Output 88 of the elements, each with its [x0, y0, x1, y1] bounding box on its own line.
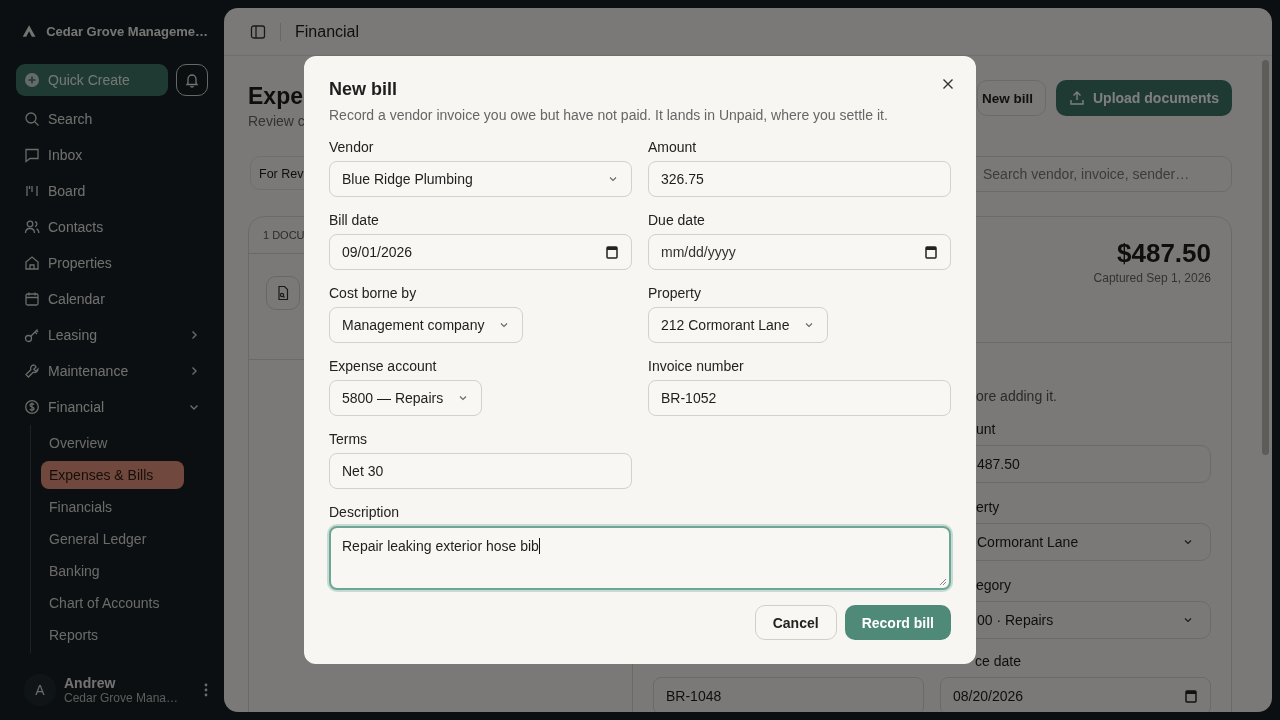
key-icon [24, 327, 40, 343]
home-icon [24, 255, 40, 271]
nav-label: Financial [48, 399, 106, 415]
field-label: Invoice number [648, 357, 744, 375]
nav-item[interactable]: Board [16, 173, 208, 209]
field-label: Expense account [329, 357, 437, 375]
select-field[interactable]: Management company [329, 307, 524, 343]
avatar: A [24, 674, 56, 706]
nav-item[interactable]: Contacts [16, 209, 208, 245]
amount-total: $487.50 [1117, 237, 1211, 269]
field-label: Vendor [329, 138, 374, 156]
new-bill-button[interactable]: New bill [977, 80, 1046, 116]
captured-date: Captured Sep 1, 2026 [1093, 271, 1211, 285]
dialog-description: Record a vendor invoice you owe but have not paid. It lands in Unpaid, where you settle it. [329, 106, 888, 124]
field-label: unt [976, 420, 997, 438]
record-bill-button[interactable]: Record bill [844, 605, 951, 640]
input-field[interactable]: Net 30 [329, 453, 632, 489]
calendar-icon [924, 245, 938, 259]
nav-label: Leasing [48, 327, 99, 343]
search-icon [24, 111, 40, 127]
nav-item[interactable]: Search [16, 101, 208, 137]
page-heading: Financial [295, 22, 360, 41]
user-organization: Cedar Grove Mana… [64, 691, 180, 705]
nav-label: Contacts [48, 219, 105, 235]
nav-label: Inbox [48, 147, 84, 163]
inbox-icon [24, 147, 40, 163]
field-label: Terms [329, 430, 368, 448]
page-title: Expe [248, 82, 304, 111]
description-field[interactable]: Repair leaking exterior hose bib [329, 526, 951, 590]
nav-subitem[interactable]: Banking [41, 557, 184, 585]
upload-button[interactable]: Upload documents [1056, 80, 1232, 116]
nav-item[interactable]: Maintenance [16, 353, 208, 389]
scrollbar[interactable] [1262, 60, 1269, 455]
date-field[interactable]: 09/01/2026 [329, 234, 632, 270]
nav-subitem[interactable]: Reports [41, 621, 184, 649]
upload-icon [1069, 90, 1085, 106]
plus-icon [24, 72, 40, 88]
page-subtitle: Review c [248, 112, 305, 130]
more-icon[interactable] [204, 682, 208, 698]
brand-name: Cedar Grove Manageme… [46, 23, 208, 39]
field-label: Due date [648, 211, 705, 229]
nav-subitem[interactable]: Expenses & Bills [41, 461, 184, 489]
select-field[interactable]: 5800 — Repairs [329, 380, 483, 416]
field-label: Property [648, 284, 701, 302]
input-field[interactable]: 326.75 [648, 161, 951, 197]
user-name: Andrew [64, 675, 117, 691]
nav-label: Calendar [48, 291, 106, 307]
nav-subitem[interactable]: Overview [41, 429, 184, 457]
dialog-title: New bill [329, 78, 397, 100]
notifications-button[interactable] [176, 64, 208, 96]
nav-item[interactable]: Inbox [16, 137, 208, 173]
resize-handle-icon[interactable] [939, 578, 947, 586]
nav-label: Board [48, 183, 87, 199]
field-label: egory [976, 576, 1013, 594]
nav-item[interactable]: Leasing [16, 317, 208, 353]
cancel-button[interactable]: Cancel [754, 605, 837, 640]
field-label: Amount [648, 138, 697, 156]
sidebar-toggle-icon[interactable] [250, 23, 266, 40]
form-hint: ore adding it. [976, 387, 1058, 405]
nav-subitem[interactable]: Financials [41, 493, 184, 521]
input-field[interactable]: BR-1052 [648, 380, 951, 416]
calendar-icon [605, 245, 619, 259]
date-field[interactable]: mm/dd/yyyy [648, 234, 951, 270]
select-field[interactable]: 212 Cormorant Lane [648, 307, 829, 343]
field-label: Description [329, 503, 400, 521]
nav-label: Search [48, 111, 94, 127]
bell-icon [184, 72, 200, 88]
wrench-icon [24, 363, 40, 379]
field-label: Cost borne by [329, 284, 417, 302]
document-icon [275, 285, 291, 301]
nav-label: Maintenance [48, 363, 130, 379]
board-icon [24, 183, 40, 199]
nav-subitem[interactable]: General Ledger [41, 525, 184, 553]
nav-label: Properties [48, 255, 113, 271]
document-icon-tile[interactable] [266, 276, 300, 310]
contacts-icon [24, 219, 40, 235]
nav-item[interactable]: Financial [16, 389, 208, 425]
quick-create-button[interactable]: Quick Create [16, 64, 168, 96]
nav-item[interactable]: Properties [16, 245, 208, 281]
select-field[interactable]: Blue Ridge Plumbing [329, 161, 632, 197]
field-label: ce date [975, 652, 1022, 670]
close-icon [942, 78, 954, 90]
calendar-icon [1184, 689, 1198, 703]
calendar-icon [24, 291, 40, 307]
dollar-icon [24, 399, 40, 415]
field-label: erty [976, 498, 1001, 516]
nav-item[interactable]: Calendar [16, 281, 208, 317]
nav-subitem[interactable]: Chart of Accounts [41, 589, 184, 617]
